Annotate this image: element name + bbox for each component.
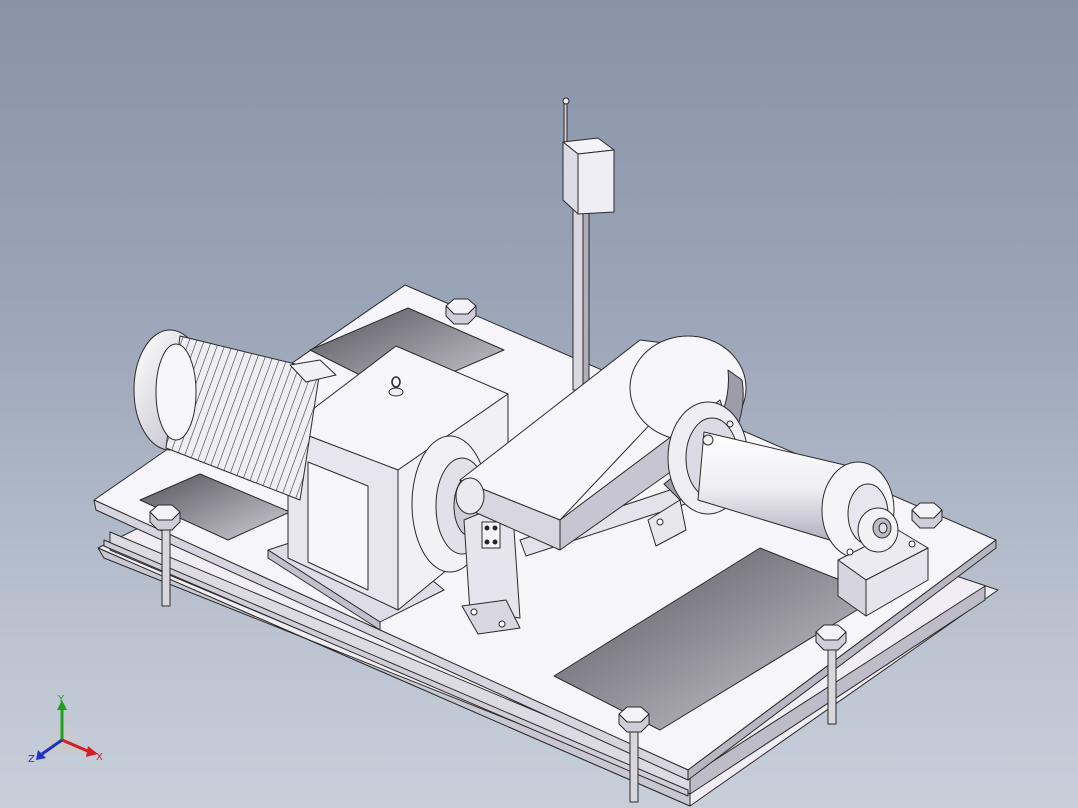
- cad-viewport[interactable]: Y X Z: [0, 0, 1078, 808]
- hex-nut: [149, 504, 181, 531]
- z-axis-label: Z: [28, 754, 35, 765]
- x-axis-label: X: [96, 752, 103, 763]
- coordinate-triad[interactable]: Y X Z: [28, 694, 108, 768]
- winch-assembly-model[interactable]: [0, 0, 1078, 808]
- control-post: [562, 97, 615, 391]
- hex-nut: [911, 502, 943, 529]
- hex-nut: [445, 298, 477, 325]
- hex-nut: [618, 706, 650, 733]
- y-axis-label: Y: [57, 694, 65, 705]
- control-box: [562, 137, 615, 215]
- hex-nut: [815, 624, 847, 651]
